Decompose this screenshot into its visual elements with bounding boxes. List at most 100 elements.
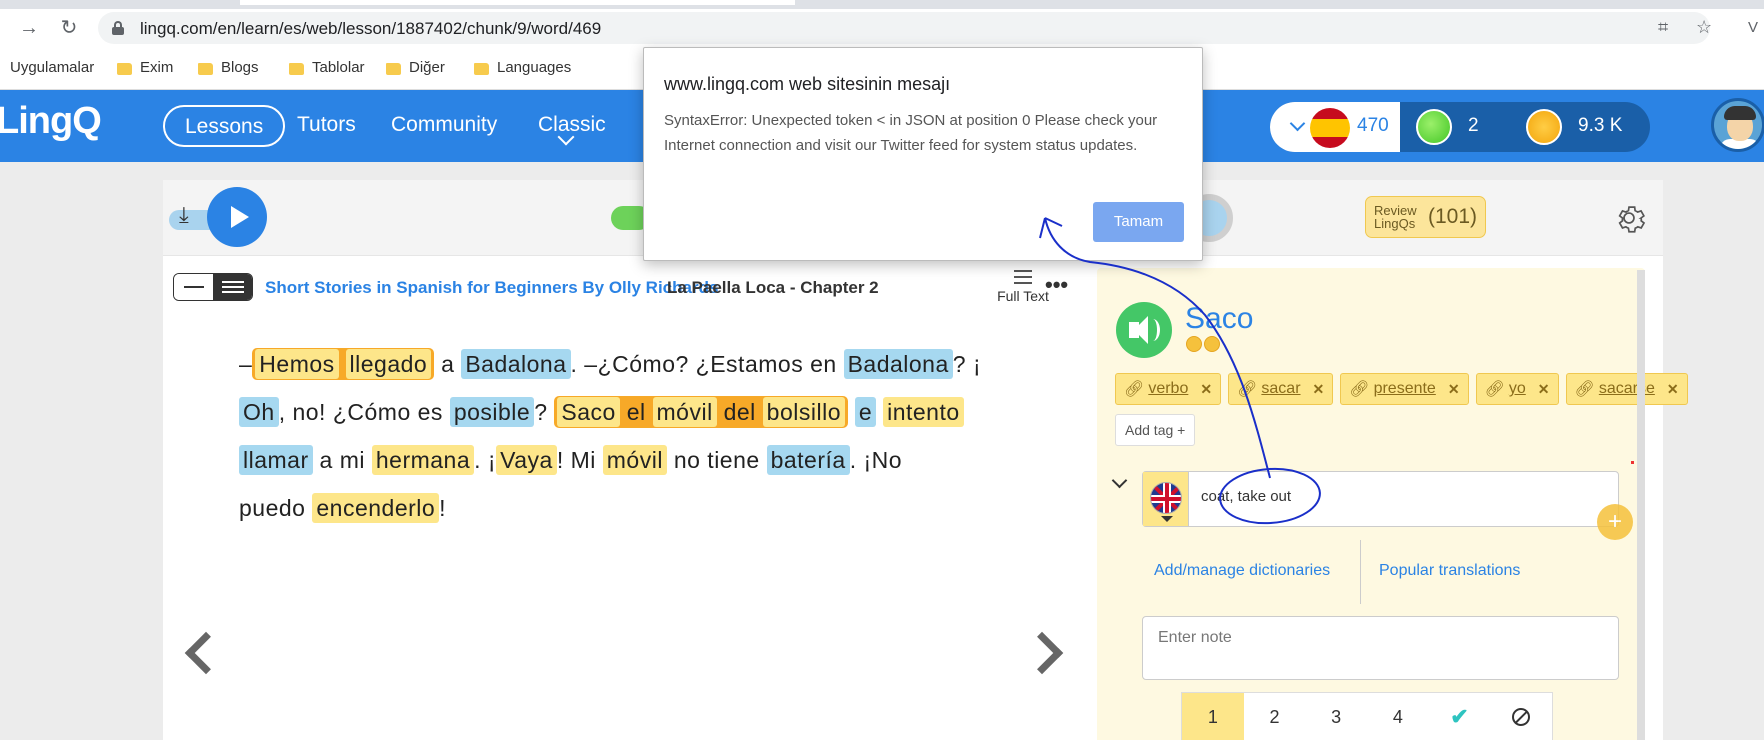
- word-token[interactable]: posible: [449, 397, 535, 427]
- active-tab[interactable]: [240, 0, 795, 5]
- next-page-arrow-icon[interactable]: [1020, 631, 1064, 675]
- browser-tab-strip: [0, 0, 1764, 9]
- popular-translations-link[interactable]: Popular translations: [1379, 562, 1520, 580]
- add-meaning-button[interactable]: +: [1597, 504, 1633, 540]
- spain-flag-icon: [1310, 108, 1350, 148]
- divider: [1360, 540, 1361, 604]
- remove-tag-icon[interactable]: ✕: [1667, 381, 1679, 398]
- known-check-icon[interactable]: ✔: [1429, 693, 1491, 740]
- nav-lessons[interactable]: Lessons: [163, 105, 286, 147]
- word-token[interactable]: e: [854, 397, 877, 427]
- chevron-down-icon[interactable]: [1111, 472, 1128, 489]
- translate-icon[interactable]: ⌗: [1658, 17, 1668, 38]
- word-panel-scrollbar[interactable]: [1637, 270, 1645, 740]
- review-lingqs-button[interactable]: Review LingQs (101): [1365, 196, 1487, 238]
- lingq-logo[interactable]: LingQ: [0, 100, 102, 143]
- download-icon[interactable]: ⤓: [179, 202, 189, 228]
- word-token[interactable]: Badalona: [461, 349, 571, 379]
- nav-tutors[interactable]: Tutors: [277, 105, 376, 147]
- address-bar[interactable]: lingq.com/en/learn/es/web/lesson/1887402…: [98, 12, 1712, 44]
- full-text-icon: [1014, 270, 1032, 284]
- speaker-icon[interactable]: [1116, 302, 1172, 358]
- more-options-icon[interactable]: •••: [1045, 272, 1068, 298]
- word-token[interactable]: Badalona: [843, 349, 953, 379]
- bookmark-blogs[interactable]: Blogs: [198, 59, 259, 76]
- tag[interactable]: 🔗︎ presente ✕: [1340, 373, 1469, 405]
- link-icon: 🔗︎: [1237, 381, 1258, 398]
- page-mode-icon[interactable]: [213, 274, 252, 300]
- lock-icon: [112, 21, 124, 35]
- chevron-down-icon: [1289, 115, 1306, 132]
- bookmark-apps[interactable]: Uygulamalar: [10, 59, 94, 76]
- word-token[interactable]: Oh: [239, 397, 279, 427]
- remove-tag-icon[interactable]: ✕: [1538, 381, 1550, 398]
- folder-icon: [474, 62, 489, 75]
- status-1-button[interactable]: 1: [1182, 693, 1244, 740]
- tag[interactable]: 🔗︎ verbo ✕: [1115, 373, 1222, 405]
- word-token[interactable]: Vaya: [496, 445, 557, 475]
- remove-tag-icon[interactable]: ✕: [1313, 381, 1325, 398]
- word-token[interactable]: llamar: [239, 445, 313, 475]
- word-token[interactable]: batería: [766, 445, 850, 475]
- language-flag-selector[interactable]: [1143, 472, 1189, 526]
- status-4-button[interactable]: 4: [1367, 693, 1429, 740]
- folder-icon: [289, 62, 304, 75]
- ok-button[interactable]: Tamam: [1093, 202, 1184, 242]
- tag[interactable]: 🔗︎ sacarse ✕: [1565, 373, 1688, 405]
- ignore-button[interactable]: [1490, 693, 1552, 740]
- manage-dictionaries-link[interactable]: Add/manage dictionaries: [1154, 562, 1330, 580]
- status-2-button[interactable]: 2: [1244, 693, 1306, 740]
- play-icon: [231, 206, 249, 228]
- remove-tag-icon[interactable]: ✕: [1200, 381, 1212, 398]
- known-words-count: 470: [1357, 115, 1389, 136]
- avatar[interactable]: [1711, 98, 1764, 152]
- bookmark-diger[interactable]: Diğer: [386, 59, 445, 76]
- course-link[interactable]: Short Stories in Spanish for Beginners B…: [265, 278, 718, 298]
- word-token[interactable]: llegado: [345, 349, 432, 379]
- translation-field[interactable]: coat, take out: [1142, 471, 1619, 527]
- word-token[interactable]: bolsillo: [762, 397, 845, 427]
- tag[interactable]: 🔗︎ yo ✕: [1475, 373, 1559, 405]
- add-tag-button[interactable]: Add tag +: [1115, 414, 1196, 446]
- dialog-title: www.lingq.com web sitesinin mesajı: [664, 74, 951, 94]
- word-token[interactable]: del: [724, 399, 756, 425]
- nav-community[interactable]: Community: [371, 105, 517, 147]
- word-token[interactable]: el: [627, 399, 646, 425]
- word-token[interactable]: hermana: [371, 445, 475, 475]
- reload-icon[interactable]: ↻: [56, 15, 82, 41]
- review-label: Review LingQs: [1374, 203, 1417, 231]
- word-token[interactable]: encenderlo: [312, 493, 440, 523]
- nav-classic[interactable]: Classic: [518, 105, 626, 147]
- selected-phrase[interactable]: Saco el móvil del bolsillo: [554, 396, 848, 428]
- word-token[interactable]: Hemos: [255, 349, 339, 379]
- tag[interactable]: 🔗︎ sacar ✕: [1228, 373, 1334, 405]
- star-icon[interactable]: ☆: [1696, 17, 1712, 38]
- sentence-mode-icon[interactable]: [174, 274, 213, 300]
- word-token[interactable]: móvil: [602, 445, 667, 475]
- language-selector[interactable]: 470: [1270, 102, 1400, 152]
- layout-toggle[interactable]: [173, 273, 253, 301]
- prev-page-arrow-icon[interactable]: [184, 631, 228, 675]
- browser-toolbar: → ↻ lingq.com/en/learn/es/web/lesson/188…: [0, 9, 1764, 46]
- review-count: (101): [1428, 205, 1478, 228]
- bookmark-exim[interactable]: Exim: [117, 59, 173, 76]
- status-selector: 1 2 3 4 ✔: [1181, 692, 1553, 740]
- status-3-button[interactable]: 3: [1305, 693, 1367, 740]
- remove-tag-icon[interactable]: ✕: [1448, 381, 1460, 398]
- link-icon: 🔗︎: [1349, 381, 1370, 398]
- play-button[interactable]: [207, 187, 267, 247]
- note-field[interactable]: Enter note: [1142, 616, 1619, 680]
- gear-icon[interactable]: [1612, 201, 1646, 235]
- coins-count: 9.3 K: [1578, 115, 1623, 136]
- link-icon: 🔗︎: [1574, 381, 1595, 398]
- bookmark-languages[interactable]: Languages: [474, 59, 571, 76]
- selected-word[interactable]: Saco: [557, 397, 620, 427]
- word-token[interactable]: intento: [883, 397, 964, 427]
- lingq-phrase[interactable]: Hemos llegado: [252, 348, 435, 380]
- translation-input[interactable]: coat, take out: [1201, 488, 1291, 505]
- profile-icon[interactable]: V: [1742, 15, 1764, 41]
- forward-icon[interactable]: →: [16, 15, 42, 41]
- folder-icon: [198, 62, 213, 75]
- bookmark-tablolar[interactable]: Tablolar: [289, 59, 365, 76]
- word-token[interactable]: móvil: [652, 397, 717, 427]
